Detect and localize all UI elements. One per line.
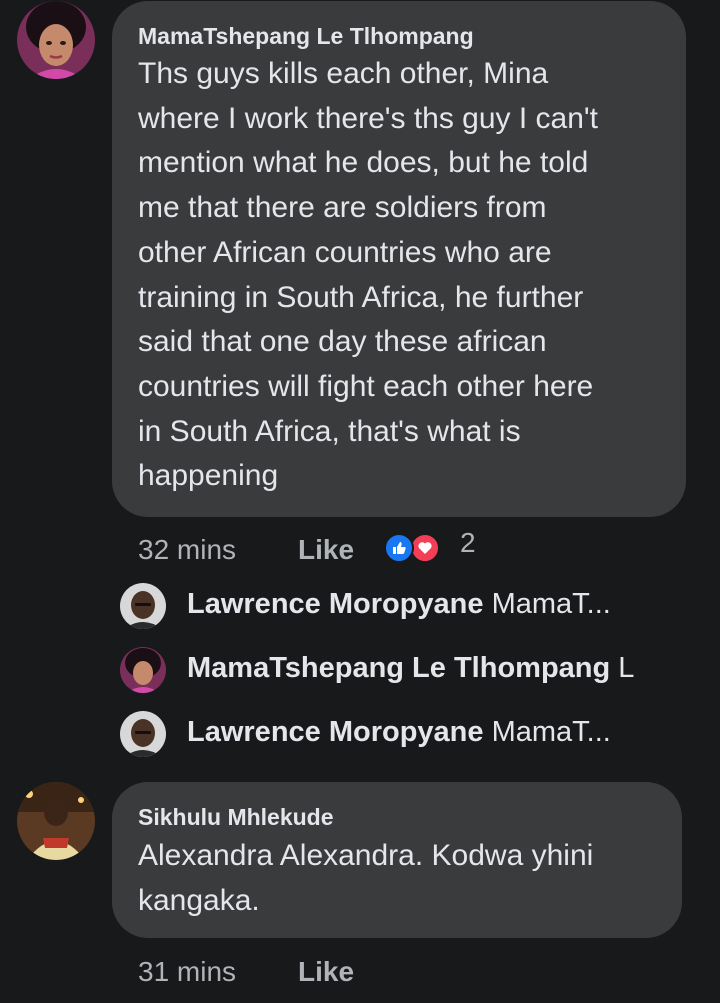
- reply-text: Lawrence Moropyane MamaT...: [187, 588, 667, 621]
- comment-timestamp[interactable]: 32 mins: [138, 534, 236, 566]
- avatar-woman-image: [120, 647, 166, 693]
- reaction-count: 2: [460, 527, 476, 558]
- comment-text: Ths guys kills each other, Mina where I …: [138, 57, 598, 493]
- reply-author[interactable]: Lawrence Moropyane: [187, 716, 484, 748]
- heart-icon: [410, 533, 440, 563]
- avatar[interactable]: [120, 583, 166, 629]
- reply-item[interactable]: Lawrence Moropyane MamaT...: [120, 580, 680, 632]
- avatar-man-image: [17, 782, 95, 860]
- reply-preview: MamaT...: [491, 588, 611, 620]
- thumbs-up-icon: [384, 533, 414, 563]
- comment-bubble: Sikhulu Mhlekude Alexandra Alexandra. Ko…: [112, 782, 682, 938]
- reply-item[interactable]: Lawrence Moropyane MamaT...: [120, 708, 680, 760]
- avatar[interactable]: [17, 1, 95, 79]
- reaction-summary[interactable]: 2: [384, 527, 476, 565]
- like-button[interactable]: Like: [298, 956, 354, 988]
- comment-timestamp[interactable]: 31 mins: [138, 956, 236, 988]
- avatar-man-image: [120, 583, 166, 629]
- avatar[interactable]: [120, 647, 166, 693]
- comment-author[interactable]: Sikhulu Mhlekude: [138, 804, 334, 831]
- comment-bubble: MamaTshepang Le Tlhompang Ths guys kills…: [112, 1, 686, 517]
- avatar-man-image: [120, 711, 166, 757]
- avatar[interactable]: [120, 711, 166, 757]
- reply-text: Lawrence Moropyane MamaT...: [187, 716, 667, 749]
- reply-author[interactable]: Lawrence Moropyane: [187, 588, 484, 620]
- reply-text: MamaTshepang Le Tlhompang L: [187, 652, 667, 685]
- avatar-woman-image: [17, 1, 95, 79]
- like-button[interactable]: Like: [298, 534, 354, 566]
- reply-preview: MamaT...: [491, 716, 611, 748]
- reply-item[interactable]: MamaTshepang Le Tlhompang L: [120, 644, 680, 696]
- reply-author[interactable]: MamaTshepang Le Tlhompang: [187, 652, 610, 684]
- comment-author[interactable]: MamaTshepang Le Tlhompang: [138, 23, 474, 50]
- reply-preview: L: [618, 652, 635, 684]
- avatar[interactable]: [17, 782, 95, 860]
- comment-text: Alexandra Alexandra. Kodwa yhini kangaka…: [138, 839, 594, 917]
